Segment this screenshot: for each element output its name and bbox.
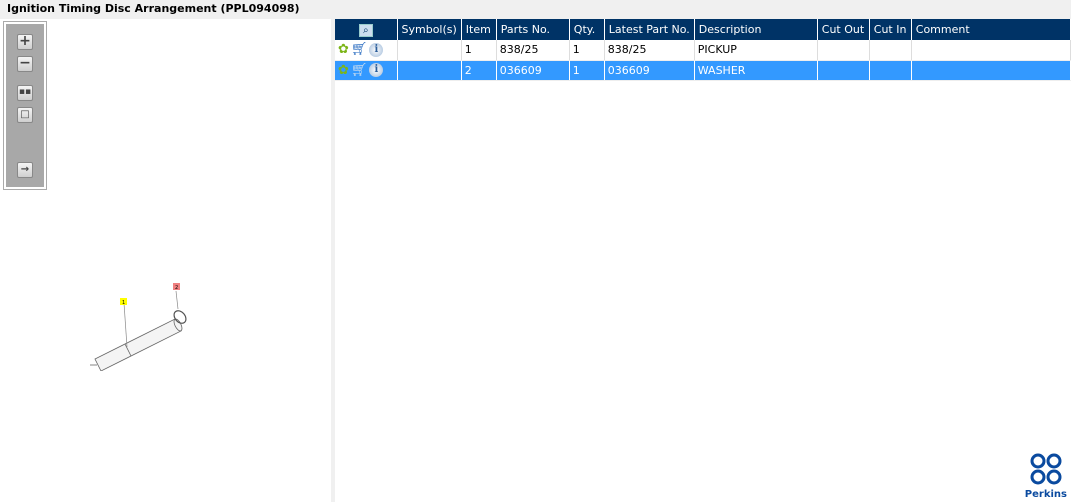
column-header-description[interactable]: Description <box>694 19 818 40</box>
page-title: Ignition Timing Disc Arrangement (PPL094… <box>7 2 300 15</box>
cell-item: 2 <box>461 60 497 81</box>
cell-cut-out <box>817 40 870 61</box>
column-header-item[interactable]: Item <box>461 19 497 40</box>
column-header-qty[interactable]: Qty. <box>569 19 605 40</box>
perkins-logo-text: Perkins <box>1024 489 1067 500</box>
search-list-icon[interactable]: ⌕ <box>358 23 373 37</box>
gear-icon[interactable]: ✿ <box>338 63 349 78</box>
callout-1-label: 1 <box>122 300 125 306</box>
zoom-in-button[interactable]: + <box>17 34 33 50</box>
column-header-symbols[interactable]: Symbol(s) <box>397 19 462 40</box>
cell-comment <box>911 40 1071 61</box>
perkins-logo: Perkins <box>1025 452 1067 500</box>
cell-item: 1 <box>461 40 497 61</box>
cell-parts-no: 036609 <box>496 60 570 81</box>
cell-cut-in <box>869 60 912 81</box>
cell-symbols <box>397 40 462 61</box>
cell-qty: 1 <box>569 40 605 61</box>
cart-icon[interactable]: 🛒︎ <box>351 42 368 57</box>
zoom-out-button[interactable]: − <box>17 56 33 72</box>
diagram-toolbar: + − ▪▪ □ → <box>3 21 47 190</box>
diagram-panel[interactable]: + − ▪▪ □ → 1 2 <box>0 19 331 502</box>
column-header-comment[interactable]: Comment <box>911 19 1071 40</box>
fit-all-button[interactable]: ▪▪ <box>17 85 33 101</box>
cart-icon[interactable]: 🛒︎ <box>351 63 368 78</box>
cell-symbols <box>397 60 462 81</box>
column-header-cut-in[interactable]: Cut In <box>869 19 912 40</box>
cell-description: PICKUP <box>694 40 818 61</box>
gear-icon[interactable]: ✿ <box>338 42 349 57</box>
column-header-parts-no[interactable]: Parts No. <box>496 19 570 40</box>
callout-2-label: 2 <box>175 285 178 291</box>
shaft-part <box>90 318 183 371</box>
parts-diagram: 1 2 <box>90 283 187 371</box>
column-header-search[interactable]: ⌕ <box>335 19 398 40</box>
cell-parts-no: 838/25 <box>496 40 570 61</box>
cell-latest-part-no: 036609 <box>604 60 695 81</box>
cell-latest-part-no: 838/25 <box>604 40 695 61</box>
table-row[interactable]: ✿ 🛒︎ i 2 036609 1 036609 WASHER <box>335 60 1071 81</box>
column-header-latest-part-no[interactable]: Latest Part No. <box>604 19 695 40</box>
export-button[interactable]: → <box>17 162 33 178</box>
parts-list-panel: ⌕ Symbol(s) Item Parts No. Qty. Latest P… <box>335 19 1071 502</box>
table-row[interactable]: ✿ 🛒︎ i 1 838/25 1 838/25 PICKUP <box>335 40 1071 61</box>
cell-comment <box>911 60 1071 81</box>
parts-table: ⌕ Symbol(s) Item Parts No. Qty. Latest P… <box>335 19 1071 81</box>
column-header-cut-out[interactable]: Cut Out <box>817 19 870 40</box>
cell-cut-in <box>869 40 912 61</box>
cell-qty: 1 <box>569 60 605 81</box>
fit-window-button[interactable]: □ <box>17 107 33 123</box>
cell-description: WASHER <box>694 60 818 81</box>
cell-cut-out <box>817 60 870 81</box>
perkins-logo-icon <box>1030 453 1062 485</box>
info-icon[interactable]: i <box>369 63 384 77</box>
info-icon[interactable]: i <box>369 42 384 57</box>
